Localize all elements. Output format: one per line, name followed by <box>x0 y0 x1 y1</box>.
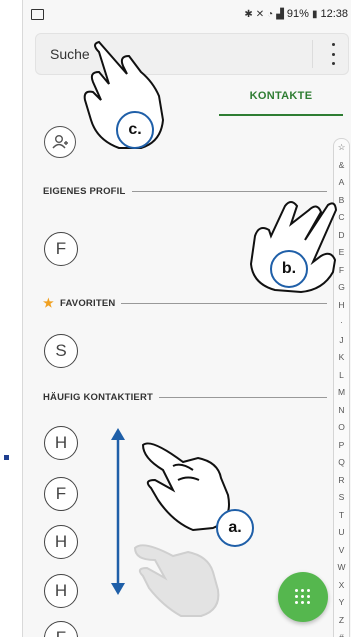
index-letter[interactable]: N <box>338 402 344 420</box>
section-header-favorites: ★ FAVORITEN <box>43 296 327 310</box>
gesture-label-c: c. <box>116 111 154 149</box>
section-divider <box>131 191 327 192</box>
annotation-dot <box>4 455 9 460</box>
index-letter[interactable]: K <box>339 349 345 367</box>
search-divider <box>312 40 313 68</box>
image-notification-icon <box>31 9 44 20</box>
section-divider <box>159 397 327 398</box>
index-letter[interactable]: Z <box>339 612 344 630</box>
index-letter[interactable]: O <box>338 419 345 437</box>
add-person-icon[interactable] <box>44 126 76 158</box>
index-letter[interactable]: X <box>339 577 345 595</box>
search-input[interactable]: Suche <box>50 46 90 62</box>
signal-icon: ▟ <box>276 8 284 20</box>
dialpad-icon <box>295 589 311 605</box>
index-letter[interactable]: T <box>339 507 344 525</box>
index-letter[interactable]: P <box>339 437 345 455</box>
index-letter[interactable]: J <box>339 332 343 350</box>
mute-icon: ✕ <box>255 8 265 20</box>
avatar[interactable]: H <box>44 525 78 559</box>
clock: 12:38 <box>320 8 348 20</box>
avatar[interactable]: S <box>44 334 78 368</box>
index-letter[interactable]: & <box>339 157 345 175</box>
tab-active-indicator <box>219 114 343 116</box>
avatar[interactable]: F <box>44 232 78 266</box>
hand-ghost-icon <box>133 544 220 617</box>
alphabet-index-scroller[interactable]: ☆ & A B C D E F G H · J K L M N O P Q R S T U V W X Y Z # <box>333 138 350 637</box>
index-letter[interactable]: G <box>338 279 345 297</box>
gesture-label-a: a. <box>216 509 254 547</box>
index-letter[interactable]: S <box>339 489 345 507</box>
tab-contacts[interactable]: KONTAKTE <box>219 90 343 102</box>
section-frequent-label: HÄUFIG KONTAKTIERT <box>43 392 154 403</box>
more-vertical-icon[interactable] <box>326 43 340 65</box>
index-letter[interactable]: Q <box>338 454 345 472</box>
index-letter[interactable]: E <box>339 244 345 262</box>
section-divider <box>121 302 327 304</box>
section-favorites-label: FAVORITEN <box>59 297 116 309</box>
status-icons: ✱ ✕ ◔ ▟ 91% ▮ 12:38 <box>244 8 348 20</box>
section-header-frequent: HÄUFIG KONTAKTIERT <box>43 392 327 403</box>
wifi-icon: ◔ <box>267 8 274 20</box>
index-letter[interactable]: R <box>338 472 344 490</box>
search-bar[interactable]: Suche <box>35 33 349 75</box>
index-letter[interactable]: # <box>339 629 344 637</box>
index-letter[interactable]: D <box>338 227 344 245</box>
dialpad-button[interactable] <box>278 572 328 622</box>
index-letter[interactable]: M <box>338 384 345 402</box>
status-bar: ✱ ✕ ◔ ▟ 91% ▮ 12:38 <box>23 0 351 30</box>
section-header-own-profile: EIGENES PROFIL <box>43 186 327 197</box>
phone-screen: ✱ ✕ ◔ ▟ 91% ▮ 12:38 Suche KONTAKTE EIGEN… <box>22 0 351 637</box>
index-letter[interactable]: A <box>339 174 345 192</box>
index-letter[interactable]: Y <box>339 594 345 612</box>
battery-icon: ▮ <box>311 8 318 20</box>
star-icon: ★ <box>43 296 54 310</box>
index-letter[interactable]: V <box>339 542 345 560</box>
index-letter[interactable]: · <box>340 314 343 332</box>
section-own-profile-label: EIGENES PROFIL <box>43 186 126 197</box>
avatar[interactable]: F <box>44 621 78 637</box>
index-letter[interactable]: W <box>337 559 345 577</box>
tab-bar: KONTAKTE <box>23 82 351 118</box>
battery-percent: 91% <box>286 8 309 20</box>
swipe-arrow-icon <box>111 428 125 595</box>
avatar[interactable]: F <box>44 477 78 511</box>
gesture-label-b: b. <box>270 250 308 288</box>
index-letter[interactable]: B <box>339 192 345 210</box>
index-letter[interactable]: C <box>338 209 344 227</box>
index-letter[interactable]: ☆ <box>338 139 346 157</box>
index-letter[interactable]: U <box>338 524 344 542</box>
avatar[interactable]: H <box>44 574 78 608</box>
avatar[interactable]: H <box>44 426 78 460</box>
index-letter[interactable]: F <box>339 262 344 280</box>
bluetooth-icon: ✱ <box>244 8 253 20</box>
index-letter[interactable]: H <box>338 297 344 315</box>
hand-swipe-icon <box>141 442 230 532</box>
index-letter[interactable]: L <box>339 367 344 385</box>
